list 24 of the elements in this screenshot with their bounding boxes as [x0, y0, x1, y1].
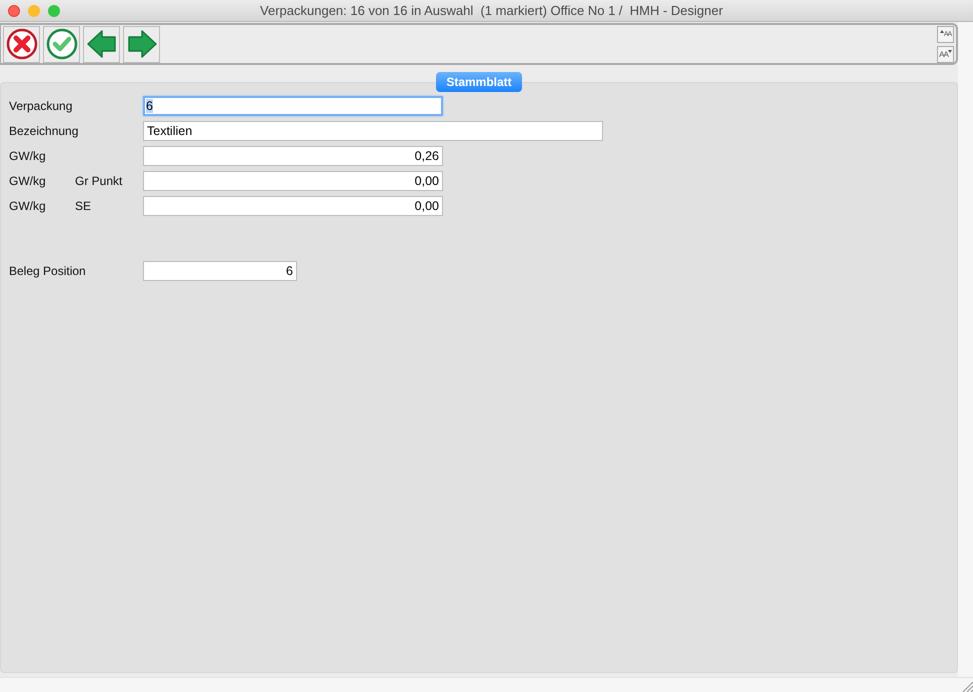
- number-field[interactable]: 0,00: [143, 196, 443, 216]
- number-field[interactable]: 0,00: [143, 171, 443, 191]
- field-sublabel: SE: [75, 199, 92, 213]
- window-title: Verpackungen: 16 von 16 in Auswahl (1 markiert) Office No 1 / HMH - Designer: [260, 3, 723, 18]
- field-label: GW/kg: [9, 174, 46, 188]
- field-label: GW/kg: [9, 199, 46, 213]
- down-triangle-icon: [948, 50, 952, 52]
- decrease-font-button[interactable]: AA: [937, 46, 954, 62]
- field-sublabel: Gr Punkt: [75, 174, 122, 188]
- number-field[interactable]: 0,26: [143, 146, 443, 166]
- text-field[interactable]: Textilien: [143, 121, 603, 141]
- close-window-button[interactable]: [8, 5, 20, 17]
- up-triangle-icon: [940, 30, 944, 32]
- number-field[interactable]: 6: [143, 261, 297, 281]
- next-button[interactable]: [123, 26, 160, 62]
- confirm-button[interactable]: [43, 26, 80, 62]
- field-label: Bezeichnung: [9, 124, 78, 138]
- field-label: Beleg Position: [9, 264, 86, 278]
- field-label: Verpackung: [9, 99, 72, 113]
- previous-button[interactable]: [83, 26, 120, 62]
- cancel-button[interactable]: [3, 26, 40, 62]
- resize-grip-icon[interactable]: [961, 680, 973, 692]
- field-label: GW/kg: [9, 149, 46, 163]
- text-field[interactable]: 6: [143, 96, 443, 116]
